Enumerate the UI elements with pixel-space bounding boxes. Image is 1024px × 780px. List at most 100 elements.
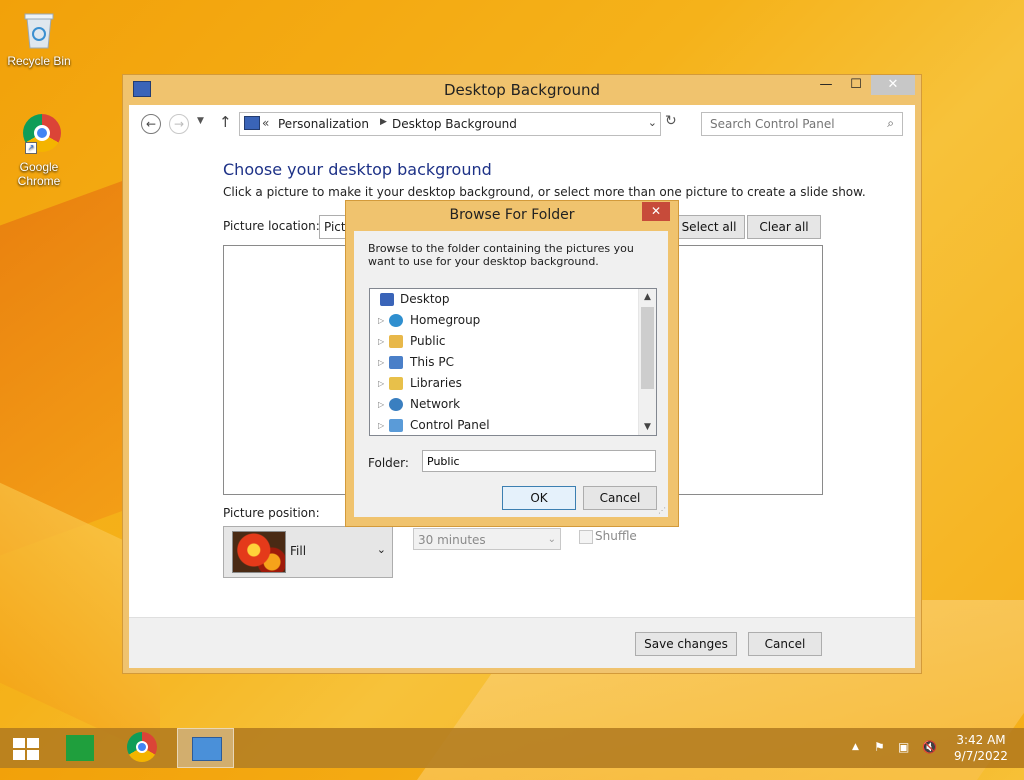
window-footer: Save changes Cancel (129, 617, 915, 668)
resize-grip-icon[interactable]: ⋰ (658, 506, 666, 515)
computer-icon (389, 356, 403, 369)
desktop-icon-label: Recycle Bin (7, 54, 71, 68)
volume-muted-icon[interactable]: 🔇 (922, 740, 937, 754)
homegroup-icon (389, 314, 403, 327)
cancel-button[interactable]: Cancel (748, 632, 822, 656)
tree-item-label: Desktop (400, 292, 450, 306)
picture-location-label: Picture location: (223, 219, 320, 233)
taskbar-store[interactable] (52, 728, 108, 768)
network-icon[interactable]: ▣ (898, 740, 909, 754)
store-icon (66, 735, 94, 761)
search-input[interactable] (708, 113, 882, 135)
chevron-down-icon[interactable]: ⌄ (648, 116, 657, 129)
expand-arrow-icon[interactable]: ▷ (378, 331, 384, 352)
dialog-close-button[interactable]: ✕ (642, 202, 670, 221)
picture-position-label: Picture position: (223, 506, 320, 520)
tree-item-label: Network (410, 397, 461, 411)
breadcrumb-personalization[interactable]: Personalization (278, 117, 369, 131)
chrome-icon (127, 732, 157, 762)
dialog-description: Browse to the folder containing the pict… (368, 242, 634, 268)
tree-item-label: This PC (410, 355, 454, 369)
tree-item-control-panel[interactable]: ▷ Control Panel (370, 415, 638, 435)
maximize-button[interactable]: ☐ (843, 75, 869, 95)
breadcrumb-overflow[interactable]: « (262, 116, 269, 130)
scroll-up-icon[interactable]: ▲ (639, 289, 656, 305)
network-icon (389, 398, 403, 411)
shuffle-checkbox[interactable] (579, 530, 593, 544)
folder-input[interactable] (422, 450, 656, 472)
clock[interactable]: 3:42 AM 9/7/2022 (946, 732, 1016, 764)
forward-button[interactable]: → (169, 114, 189, 134)
expand-arrow-icon[interactable]: ▷ (378, 415, 384, 435)
tree-scrollbar[interactable]: ▲ ▼ (638, 289, 656, 435)
picture-position-select[interactable]: Fill ⌄ (223, 526, 393, 578)
change-interval-select[interactable]: 30 minutes ⌄ (413, 528, 561, 550)
windows-logo-icon (13, 738, 39, 760)
clear-all-button[interactable]: Clear all (747, 215, 821, 239)
recent-locations-dropdown[interactable]: ▼ (197, 116, 204, 126)
tree-item-public[interactable]: ▷ Public (370, 331, 638, 352)
start-button[interactable] (0, 728, 56, 768)
interval-value: 30 minutes (418, 533, 486, 547)
clock-time: 3:42 AM (956, 733, 1006, 747)
taskbar-chrome[interactable] (115, 728, 171, 768)
shuffle-label: Shuffle (595, 529, 637, 543)
desktop-icon-label: Google Chrome (17, 160, 61, 188)
page-title: Choose your desktop background (223, 160, 492, 179)
refresh-button[interactable]: ↻ (665, 113, 677, 129)
control-panel-icon (192, 737, 222, 761)
search-icon[interactable]: ⌕ (887, 116, 894, 131)
tree-item-homegroup[interactable]: ▷ Homegroup (370, 310, 638, 331)
expand-arrow-icon[interactable]: ▷ (378, 373, 384, 394)
show-hidden-icons-icon[interactable]: ▲ (852, 742, 859, 752)
tree-item-label: Homegroup (410, 313, 481, 327)
window-titlebar[interactable]: Desktop Background — ☐ ✕ (123, 75, 921, 105)
picture-position-value: Fill (290, 544, 307, 558)
select-all-button[interactable]: Select all (673, 215, 745, 239)
user-folder-icon (389, 335, 403, 348)
dialog-title: Browse For Folder (449, 207, 575, 223)
chevron-down-icon: ⌄ (376, 543, 386, 556)
close-button[interactable]: ✕ (871, 75, 915, 95)
minimize-button[interactable]: — (813, 75, 839, 95)
chevron-down-icon: ⌄ (547, 534, 556, 545)
folder-label: Folder: (368, 456, 409, 470)
expand-arrow-icon[interactable]: ▷ (378, 352, 384, 373)
dialog-body: Browse to the folder containing the pict… (354, 231, 668, 517)
desktop-icon-recycle-bin[interactable]: Recycle Bin (3, 6, 75, 68)
taskbar: ▲ ⚑ ▣ 🔇 3:42 AM 9/7/2022 (0, 728, 1024, 768)
window-title: Desktop Background (443, 81, 601, 99)
desktop-icon (380, 293, 394, 306)
address-bar: ← → ▼ ↑ « Personalization ▶ Desktop Back… (129, 105, 915, 143)
back-button[interactable]: ← (141, 114, 161, 134)
tree-item-network[interactable]: ▷ Network (370, 394, 638, 415)
folder-tree[interactable]: Desktop ▷ Homegroup ▷ Public ▷ This PC ▷… (369, 288, 657, 436)
browse-for-folder-dialog: Browse For Folder ✕ Browse to the folder… (345, 200, 679, 527)
recycle-bin-icon (17, 6, 61, 50)
control-panel-icon (389, 419, 403, 432)
tree-item-label: Libraries (410, 376, 462, 390)
tree-item-desktop[interactable]: Desktop (370, 289, 638, 310)
tree-item-libraries[interactable]: ▷ Libraries (370, 373, 638, 394)
tree-item-label: Control Panel (410, 418, 490, 432)
up-button[interactable]: ↑ (219, 113, 232, 131)
breadcrumb-desktop-background[interactable]: Desktop Background (392, 117, 517, 131)
dialog-cancel-button[interactable]: Cancel (583, 486, 657, 510)
tree-item-this-pc[interactable]: ▷ This PC (370, 352, 638, 373)
scroll-down-icon[interactable]: ▼ (639, 419, 656, 435)
ok-button[interactable]: OK (502, 486, 576, 510)
expand-arrow-icon[interactable]: ▷ (378, 394, 384, 415)
expand-arrow-icon[interactable]: ▷ (378, 310, 384, 331)
clock-date: 9/7/2022 (954, 749, 1008, 763)
scrollbar-thumb[interactable] (641, 307, 654, 389)
action-center-flag-icon[interactable]: ⚑ (874, 740, 885, 754)
libraries-icon (389, 377, 403, 390)
search-box[interactable]: ⌕ (701, 112, 903, 136)
control-panel-icon (244, 116, 260, 130)
address-box[interactable]: « Personalization ▶ Desktop Background ⌄ (239, 112, 661, 136)
desktop-icon-google-chrome[interactable]: ↗ Google Chrome (3, 112, 75, 188)
save-changes-button[interactable]: Save changes (635, 632, 737, 656)
breadcrumb-arrow-icon[interactable]: ▶ (380, 117, 387, 127)
taskbar-control-panel[interactable] (177, 728, 234, 768)
fill-preview-image (232, 531, 286, 573)
